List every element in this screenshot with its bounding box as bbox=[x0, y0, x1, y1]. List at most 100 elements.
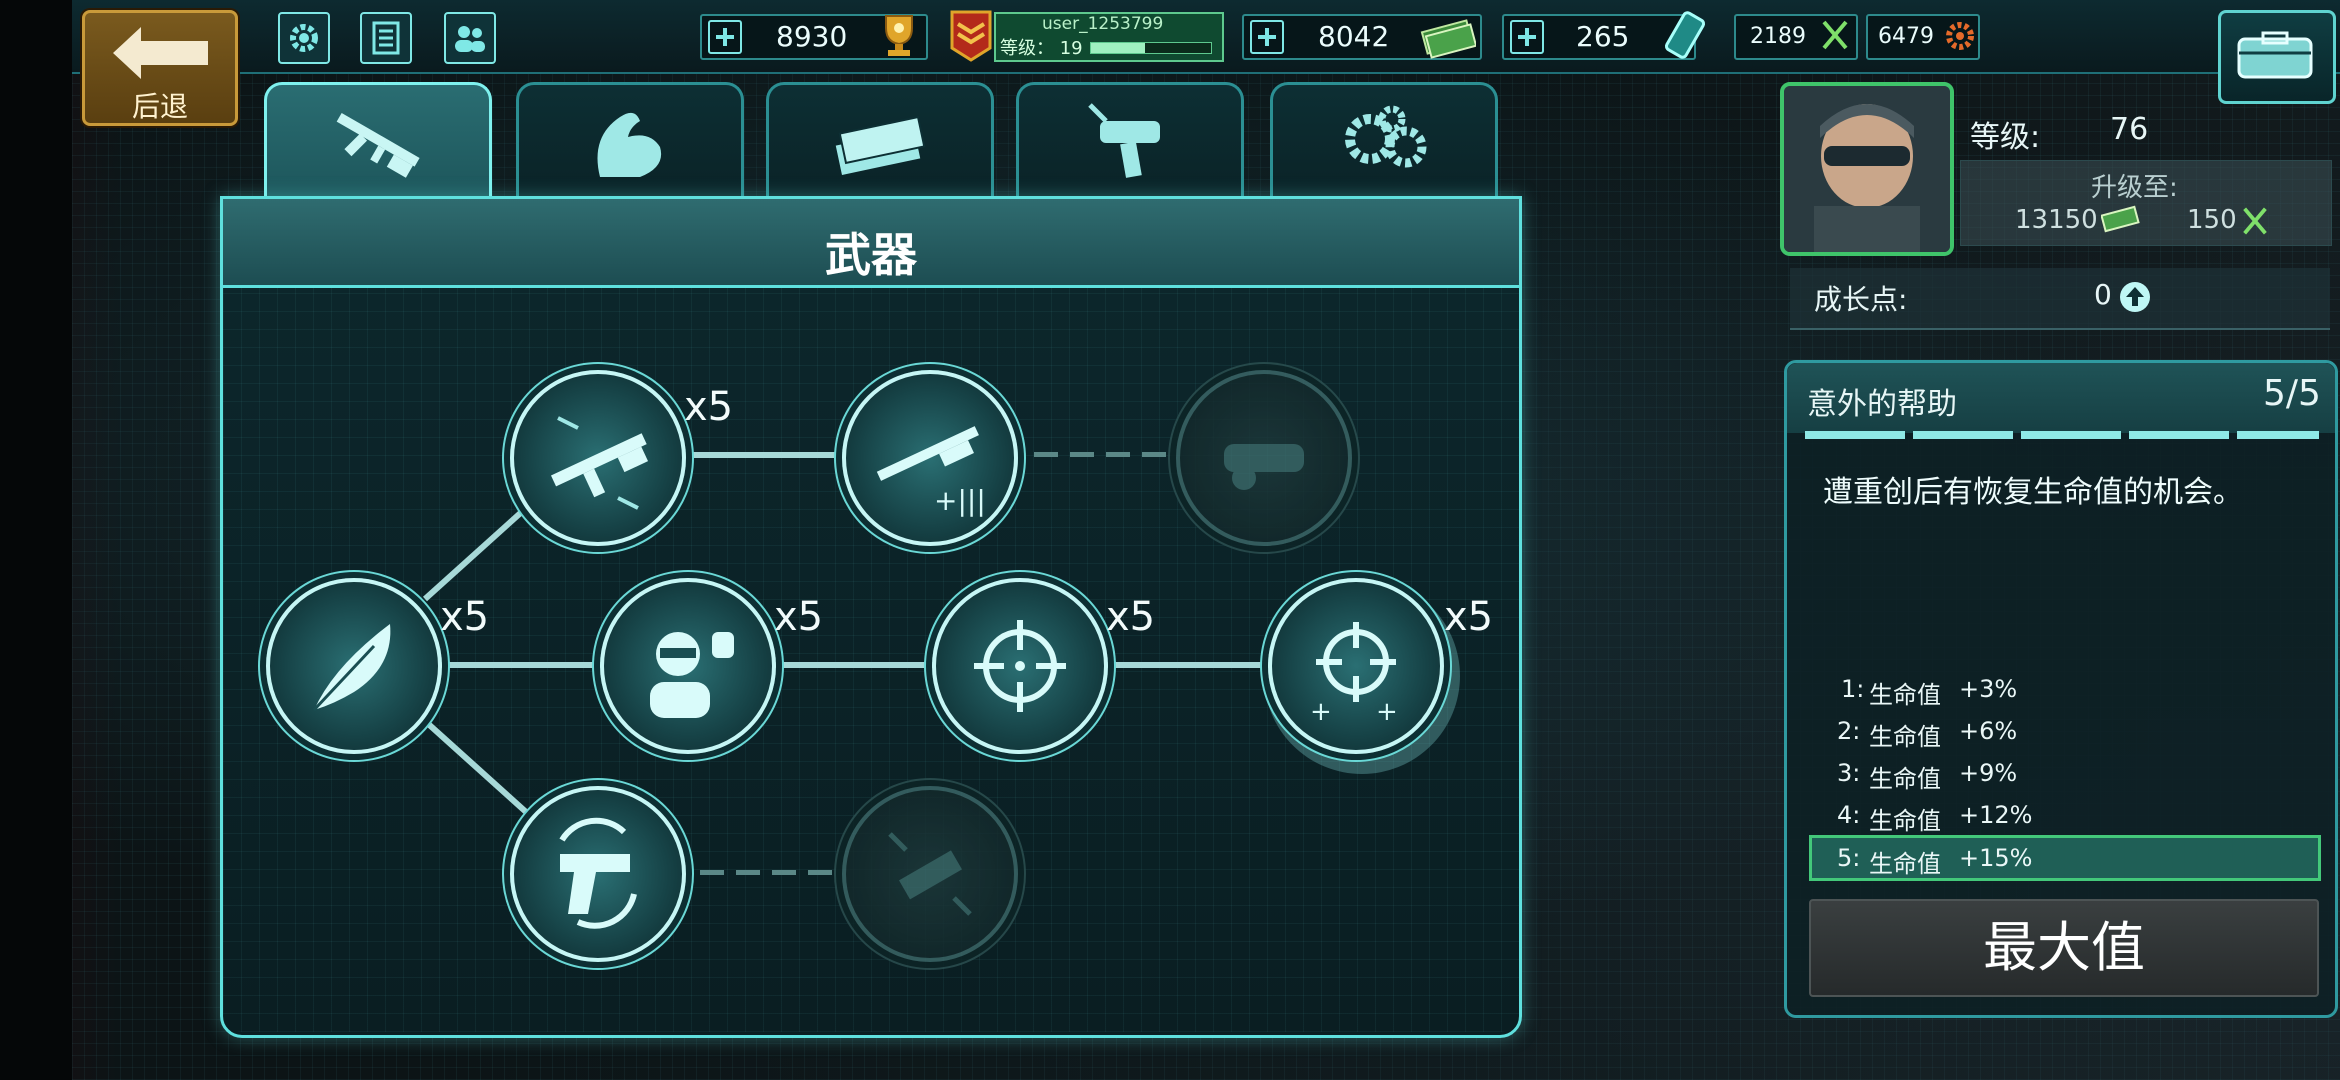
level-row-2: 2: 生命值 +6% bbox=[1809, 711, 2315, 751]
level-num: 4: bbox=[1837, 801, 1861, 829]
level-stat: 生命值 bbox=[1869, 807, 1941, 835]
skill-description: 遭重创后有恢复生命值的机会。 bbox=[1823, 475, 2243, 510]
growth-label: 成长点: bbox=[1814, 283, 1908, 316]
rifle-icon bbox=[336, 112, 420, 178]
tab-money[interactable] bbox=[766, 82, 994, 201]
link-feather-soldier bbox=[430, 662, 606, 668]
dna-icon bbox=[1822, 20, 1848, 50]
cash-stack-icon bbox=[835, 115, 926, 175]
tab-weapons[interactable] bbox=[264, 82, 492, 207]
back-label: 后退 bbox=[131, 90, 188, 123]
muscle-icon bbox=[597, 112, 662, 177]
soldier-portrait-icon bbox=[1784, 86, 1950, 252]
user-level-value: 19 bbox=[1059, 38, 1083, 59]
growth-value: 0 bbox=[2094, 278, 2112, 311]
settings-button[interactable] bbox=[278, 12, 330, 64]
panel-header: 武器 bbox=[223, 199, 1519, 288]
xp-bar bbox=[1090, 42, 1212, 54]
tab-gear[interactable] bbox=[1270, 82, 1498, 201]
case-icon bbox=[2237, 31, 2313, 79]
level-stat: 生命值 bbox=[1869, 850, 1941, 878]
level-stat: 生命值 bbox=[1869, 723, 1941, 751]
level-num: 3: bbox=[1837, 759, 1861, 787]
skill-crosshair[interactable] bbox=[932, 578, 1108, 754]
add-cash-icon bbox=[1250, 20, 1284, 54]
gems-counter[interactable]: 265 bbox=[1502, 11, 1706, 60]
progress-segment bbox=[2129, 431, 2229, 439]
upgrade-label: 升级至: bbox=[2091, 173, 2178, 203]
skill-progress: 5/5 bbox=[2263, 373, 2321, 414]
notes-button[interactable] bbox=[360, 12, 412, 64]
svg-text:+|||: +||| bbox=[934, 484, 986, 517]
panel-title: 武器 bbox=[825, 228, 917, 282]
parts-value: 6479 bbox=[1878, 24, 1934, 49]
growth-arrow-icon bbox=[2120, 282, 2150, 312]
progress-segment bbox=[2021, 431, 2121, 439]
notes-icon bbox=[372, 21, 400, 55]
upgrade-cash: 13150 bbox=[2015, 205, 2098, 235]
link-crosshair-plus bbox=[1096, 662, 1270, 668]
multiplier-feather: x5 bbox=[440, 594, 490, 640]
skill-feather[interactable] bbox=[266, 578, 442, 754]
level-bonus: +6% bbox=[1959, 717, 2018, 745]
profile-level-label: 等级: bbox=[1970, 120, 2041, 155]
level-num: 1: bbox=[1841, 675, 1865, 703]
skill-soldier[interactable] bbox=[600, 578, 776, 754]
svg-text:+: + bbox=[1310, 697, 1332, 726]
cash-counter[interactable]: 8042 bbox=[1242, 14, 1482, 60]
soldier-fist-icon bbox=[650, 632, 734, 718]
shotgun-ammo-icon: +||| bbox=[876, 426, 986, 517]
level-num: 5: bbox=[1837, 844, 1861, 872]
back-button[interactable]: 后退 bbox=[82, 10, 238, 126]
level-stat: 生命值 bbox=[1869, 765, 1941, 793]
skill-pistol-reload[interactable] bbox=[510, 786, 686, 962]
level-bonus: +9% bbox=[1959, 759, 2018, 787]
multiplier-rifle-burst: x5 bbox=[684, 384, 734, 430]
cash-icon bbox=[1420, 19, 1476, 59]
skill-rifle-burst[interactable] bbox=[510, 370, 686, 546]
crosshair-plus-icon: + + bbox=[1310, 622, 1398, 726]
add-gems-icon bbox=[1510, 20, 1544, 54]
friends-button[interactable] bbox=[444, 12, 496, 64]
dna-icon bbox=[2243, 207, 2267, 235]
cash-value: 8042 bbox=[1318, 20, 1390, 53]
tab-strength[interactable] bbox=[516, 82, 744, 201]
level-row-5-selected: 5: 生命值 +15% bbox=[1809, 835, 2321, 881]
back-arrow-icon bbox=[113, 27, 208, 79]
skill-crosshair-plus[interactable]: + + bbox=[1268, 578, 1444, 754]
syringe-gun-icon bbox=[1088, 103, 1160, 178]
parts-icon bbox=[1946, 22, 1974, 50]
rank-icon bbox=[950, 10, 992, 62]
user-card[interactable]: user_1253799 等级： 19 bbox=[950, 10, 1224, 62]
svg-text:+: + bbox=[1376, 697, 1398, 726]
rifle-burst-icon bbox=[550, 416, 649, 510]
max-level-button[interactable]: 最大值 bbox=[1809, 899, 2319, 997]
parts-counter: 6479 bbox=[1866, 14, 1980, 60]
skill-shotgun-ammo[interactable]: +||| bbox=[842, 370, 1018, 546]
skill-locked-explode[interactable] bbox=[842, 786, 1018, 962]
growth-points-row: 成长点: 0 bbox=[1790, 268, 2330, 330]
multiplier-soldier: x5 bbox=[774, 594, 824, 640]
multiplier-crosshair-plus: x5 bbox=[1444, 594, 1494, 640]
friends-icon bbox=[455, 26, 485, 52]
skill-detail-card: 意外的帮助 5/5 遭重创后有恢复生命值的机会。 1: 生命值 +3% 2: 生… bbox=[1784, 360, 2338, 1018]
trophy-counter[interactable]: 8930 bbox=[700, 14, 928, 60]
multiplier-crosshair: x5 bbox=[1106, 594, 1156, 640]
skill-card-header: 意外的帮助 5/5 bbox=[1787, 363, 2335, 433]
progress-segment bbox=[1805, 431, 1905, 439]
level-row-1: 1: 生命值 +3% bbox=[1809, 669, 2315, 709]
tab-medic[interactable] bbox=[1016, 82, 1244, 201]
supply-case-button[interactable] bbox=[2218, 10, 2336, 104]
gems-value: 265 bbox=[1576, 20, 1630, 53]
cash-icon bbox=[2101, 205, 2140, 233]
crosshair-icon bbox=[974, 620, 1066, 712]
upgrade-box[interactable]: 升级至: 13150 150 bbox=[1960, 160, 2332, 246]
username: user_1253799 bbox=[1042, 14, 1164, 34]
progress-segment bbox=[2237, 431, 2319, 439]
level-bonus: +3% bbox=[1959, 675, 2018, 703]
skill-locked-launcher[interactable] bbox=[1176, 370, 1352, 546]
dna-counter: 2189 bbox=[1734, 14, 1858, 60]
profile-level-value: 76 bbox=[2110, 112, 2149, 147]
upgrade-dna: 150 bbox=[2187, 205, 2237, 235]
avatar[interactable] bbox=[1780, 82, 1954, 256]
